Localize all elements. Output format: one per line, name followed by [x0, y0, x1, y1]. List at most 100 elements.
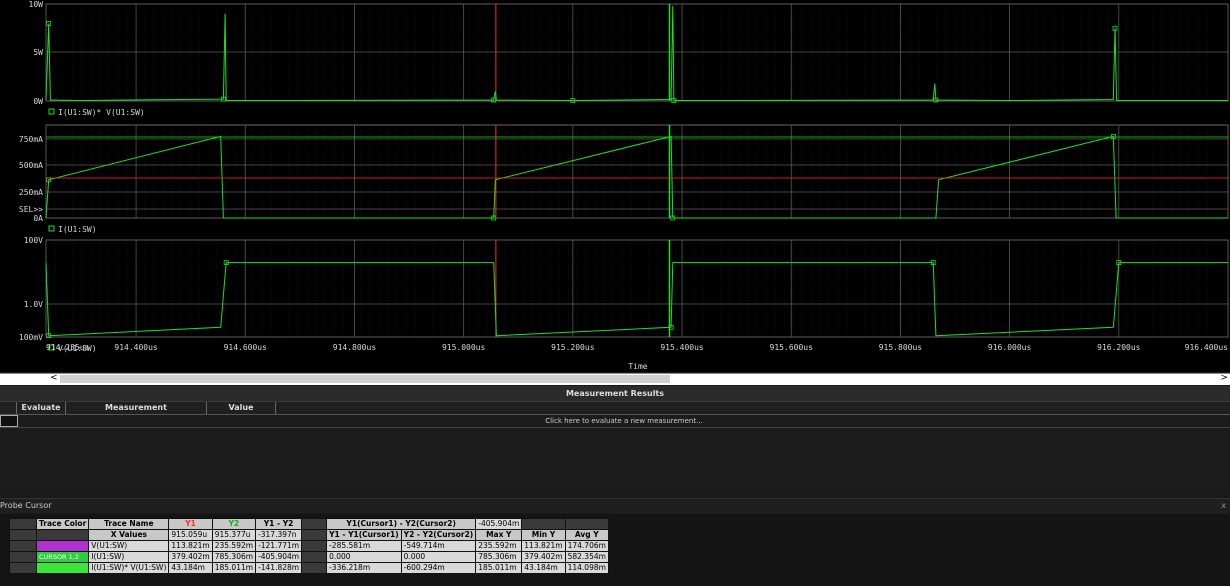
pane-frame [45, 239, 1229, 338]
y-tick-label: 750mA [19, 135, 43, 144]
y1-value: 379.402m [168, 551, 213, 563]
avg-y-value: 114.098m [564, 562, 609, 574]
x2-value: 915.377u [211, 529, 257, 541]
close-icon[interactable]: x [1221, 499, 1226, 513]
scroll-right-icon[interactable]: > [1220, 373, 1228, 383]
blank-header [0, 402, 17, 414]
trace-line [45, 135, 1228, 219]
measurement-results-panel: Measurement Results Evaluate Measurement… [0, 386, 1230, 490]
new-measurement-hint[interactable]: Click here to evaluate a new measurement… [18, 415, 1230, 427]
trace-color-swatch[interactable] [35, 562, 90, 574]
y-tick-label: 100V [24, 236, 43, 245]
y-tick-label: 250mA [19, 188, 43, 197]
y1-y2-header: Y1 - Y2 [255, 518, 303, 530]
cursor-diff-header: Y1(Cursor1) - Y2(Cursor2) [326, 518, 477, 530]
x-tick-label: 916.000us [988, 343, 1032, 352]
avg-y-value: 582.354m [564, 551, 609, 563]
y-tick-label: 10W [29, 0, 44, 9]
x1-value: 915.059u [168, 529, 213, 541]
y1-cursor1-value: -285.581m [326, 540, 402, 552]
y-tick-label: 1.0V [24, 300, 43, 309]
measurement-column[interactable]: Measurement [66, 402, 207, 414]
measurement-column-headers: Evaluate Measurement Value [0, 402, 1230, 415]
legend-marker-icon [48, 225, 55, 232]
y-tick-label: 100mV [19, 333, 43, 342]
y-diff-value: -405.904m [255, 551, 303, 563]
measurement-results-title: Measurement Results [0, 386, 1230, 402]
x-tick-label: 915.400us [660, 343, 704, 352]
x-diff-value: -317.397n [255, 529, 303, 541]
y1-value: 113.821m [168, 540, 213, 552]
avg-y-header: Avg Y [564, 529, 609, 541]
y2-header: Y2 [211, 518, 257, 530]
probe-cursor-header: Probe Cursor x [0, 498, 1230, 513]
y1-cursor1-value: 0.000 [326, 551, 402, 563]
y-diff-value: -121.771m [255, 540, 303, 552]
legend-label: I(U1:SW) [58, 225, 97, 234]
y1-cursor1-value: -336.218m [326, 562, 402, 574]
cursor-table: Trace Color Trace Name Y1 Y2 Y1 - Y2 Y1(… [9, 518, 609, 574]
y1-value: 43.184m [168, 562, 213, 574]
trace-line [45, 5, 1228, 102]
y1-header: Y1 [168, 518, 213, 530]
x-tick-label: 915.800us [879, 343, 923, 352]
x-tick-label: 914.600us [224, 343, 268, 352]
cursor-row[interactable]: I(U1:SW)* V(U1:SW) 43.184m 185.011m -141… [9, 562, 609, 574]
trace-name: V(U1:SW) [88, 540, 170, 552]
min-y-value: 113.821m [521, 540, 566, 552]
legend-label: I(U1:SW)* V(U1:SW) [58, 108, 145, 117]
y-tick-label: 0A [33, 214, 43, 223]
x-tick-label: 916.400us [1185, 343, 1229, 352]
x-tick-label: 915.600us [770, 343, 814, 352]
y1-cursor1-header: Y1 - Y1(Cursor1) [326, 529, 402, 541]
legend-marker-icon [48, 108, 55, 115]
avg-y-value: 174.706m [564, 540, 609, 552]
trace-color-swatch[interactable]: CURSOR 1,2 [35, 551, 90, 563]
max-y-value: 235.592m [475, 540, 523, 552]
y2-value: 785.306m [211, 551, 257, 563]
trace-line [45, 262, 1228, 337]
x-axis-label: Time [628, 362, 647, 371]
horizontal-scrollbar[interactable]: < > [0, 373, 1230, 385]
new-measurement-row[interactable]: Click here to evaluate a new measurement… [0, 415, 1230, 428]
cursor-row[interactable]: V(U1:SW) 113.821m 235.592m -121.771m -28… [9, 540, 609, 552]
min-y-value: 43.184m [521, 562, 566, 574]
y-diff-value: -141.828m [255, 562, 303, 574]
cursor-row[interactable]: CURSOR 1,2 I(U1:SW) 379.402m 785.306m -4… [9, 551, 609, 563]
scroll-thumb[interactable] [60, 375, 670, 383]
y2-value: 235.592m [211, 540, 257, 552]
y2-cursor2-value: -600.294m [400, 562, 477, 574]
x-tick-label: 916.200us [1097, 343, 1141, 352]
trace-name-header: Trace Name [88, 518, 170, 530]
trace-name: I(U1:SW) [88, 551, 170, 563]
max-y-value: 785.306m [475, 551, 523, 563]
max-y-header: Max Y [475, 529, 523, 541]
y2-cursor2-value: -549.714m [400, 540, 477, 552]
y-tick-label: 0W [33, 97, 43, 106]
trace-name: I(U1:SW)* V(U1:SW) [88, 562, 170, 574]
y-tick-label: 500mA [19, 161, 43, 170]
scroll-left-icon[interactable]: < [50, 373, 58, 383]
probe-cursor-title: Probe Cursor [0, 501, 52, 510]
max-y-value: 185.011m [475, 562, 523, 574]
waveform-svg[interactable]: 10W 5W 0W I(U1:SW)* V(U1:SW) 750mA 500mA 250mA… [0, 0, 1230, 372]
x-values-label: X Values [88, 529, 170, 541]
filler-column [276, 402, 1230, 414]
x-tick-label: 915.000us [442, 343, 486, 352]
y-tick-label: 5W [33, 48, 43, 57]
x-tick-label: 915.200us [551, 343, 595, 352]
x-tick-label: 914.235us [46, 343, 90, 352]
trace-color-header: Trace Color [35, 518, 90, 530]
min-y-header: Min Y [521, 529, 566, 541]
cursor-diff-value: -405.904m [475, 518, 523, 530]
y2-cursor2-header: Y2 - Y2(Cursor2) [400, 529, 477, 541]
value-column[interactable]: Value [207, 402, 276, 414]
evaluate-checkbox[interactable] [0, 415, 18, 427]
y2-value: 185.011m [211, 562, 257, 574]
waveform-plot[interactable]: 10W 5W 0W I(U1:SW)* V(U1:SW) 750mA 500mA 250mA… [0, 0, 1230, 372]
trace-color-swatch[interactable] [35, 540, 90, 552]
probe-cursor-panel: Trace Color Trace Name Y1 Y2 Y1 - Y2 Y1(… [0, 514, 1230, 586]
y2-cursor2-value: 0.000 [400, 551, 477, 563]
min-y-value: 379.402m [521, 551, 566, 563]
evaluate-column[interactable]: Evaluate [17, 402, 66, 414]
